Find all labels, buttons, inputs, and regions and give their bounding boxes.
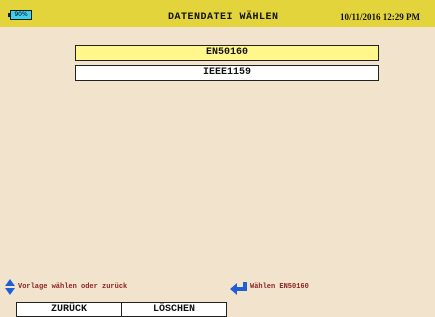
title-bar: 90% DATENDATEI WÄHLEN 10/11/2016 12:29 P… xyxy=(0,0,435,27)
file-item-en50160[interactable]: EN50160 xyxy=(75,45,379,61)
battery-icon: 90% xyxy=(8,10,32,20)
enter-hint: Wählen EN50160 xyxy=(250,283,309,291)
delete-button[interactable]: LÖSCHEN xyxy=(121,302,227,317)
enter-key-icon xyxy=(230,282,247,295)
screen-title: DATENDATEI WÄHLEN xyxy=(168,12,279,23)
navigate-hint: Vorlage wählen oder zurück xyxy=(18,283,128,291)
battery-level: 90% xyxy=(10,10,32,20)
file-item-ieee1159[interactable]: IEEE1159 xyxy=(75,65,379,81)
date-time: 10/11/2016 12:29 PM xyxy=(340,12,420,22)
back-button[interactable]: ZURÜCK xyxy=(16,302,122,317)
function-key-bar: ZURÜCK LÖSCHEN xyxy=(0,302,435,317)
up-down-arrow-icon xyxy=(5,279,15,295)
